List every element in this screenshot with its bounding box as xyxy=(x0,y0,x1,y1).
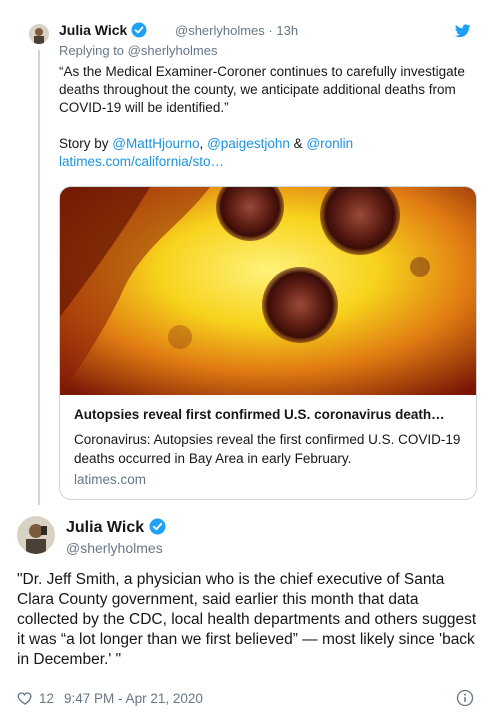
tweet-time[interactable]: 13h xyxy=(276,23,298,38)
tweet-text: "Dr. Jeff Smith, a physician who is the … xyxy=(17,571,477,668)
author-name[interactable]: Julia Wick xyxy=(59,22,147,38)
replying-prefix: Replying to xyxy=(59,43,125,58)
ampersand: & xyxy=(293,136,303,151)
author-name-text[interactable]: Julia Wick xyxy=(66,519,144,536)
article-link[interactable]: latimes.com/california/sto… xyxy=(59,153,479,171)
verified-badge-icon xyxy=(131,22,147,38)
author-name[interactable]: Julia Wick xyxy=(66,518,166,537)
twitter-bird-icon[interactable] xyxy=(455,24,471,38)
story-credits: Story by @MattHjourno, @paigestjohn & @r… xyxy=(59,135,479,153)
replying-to: Replying to @sherlyholmes xyxy=(59,43,217,58)
story-by-label: Story by xyxy=(59,136,109,151)
tweet-timestamp[interactable]: 9:47 PM - Apr 21, 2020 xyxy=(64,691,203,706)
author-name-text[interactable]: Julia Wick xyxy=(59,22,127,38)
tweet-text: “As the Medical Examiner-Coroner continu… xyxy=(59,63,479,171)
handle-text[interactable]: @sherlyholmes xyxy=(175,23,265,38)
card-domain: latimes.com xyxy=(74,472,147,487)
replying-handle-link[interactable]: @sherlyholmes xyxy=(128,43,218,58)
like-count[interactable]: 12 xyxy=(39,691,54,706)
mention-link[interactable]: @paigestjohn xyxy=(207,136,290,151)
mention-link[interactable]: @MattHjourno xyxy=(112,136,199,151)
link-preview-card[interactable]: Autopsies reveal first confirmed U.S. co… xyxy=(59,186,477,500)
thread-line xyxy=(38,50,40,505)
heart-icon[interactable] xyxy=(17,690,33,706)
verified-badge-icon xyxy=(149,518,166,535)
mention-link[interactable]: @ronlin xyxy=(306,136,353,151)
author-handle[interactable]: @sherlyholmes xyxy=(66,540,163,556)
comma: , xyxy=(199,136,204,151)
avatar[interactable] xyxy=(29,24,49,44)
card-image[interactable] xyxy=(60,187,476,395)
card-description: Coronavirus: Autopsies reveal the first … xyxy=(74,432,461,466)
card-title[interactable]: Autopsies reveal first confirmed U.S. co… xyxy=(74,407,469,422)
avatar[interactable] xyxy=(17,516,55,554)
author-handle[interactable]: @sherlyholmes · 13h xyxy=(175,23,298,38)
info-icon[interactable] xyxy=(456,689,474,707)
quote-paragraph: “As the Medical Examiner-Coroner continu… xyxy=(59,64,465,115)
tweet-footer: 12 9:47 PM - Apr 21, 2020 xyxy=(17,688,203,708)
